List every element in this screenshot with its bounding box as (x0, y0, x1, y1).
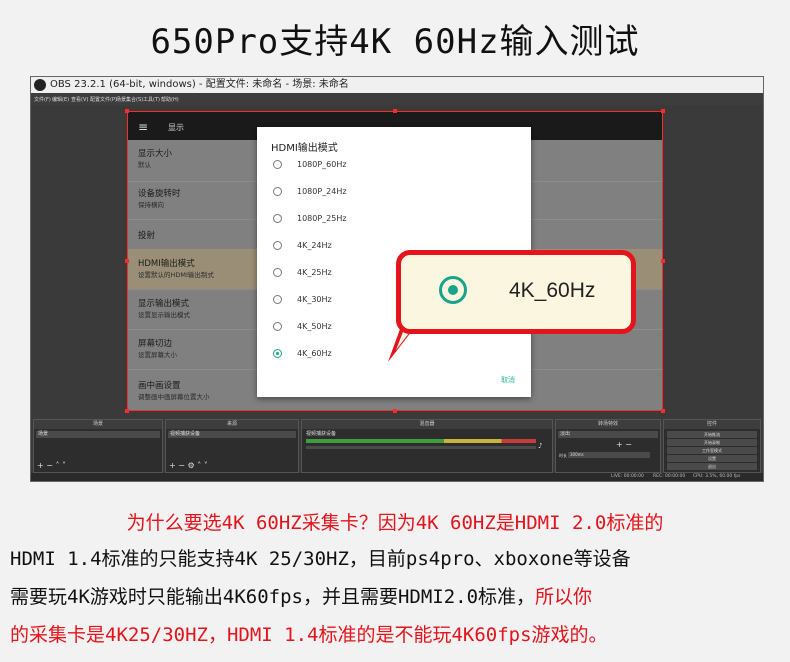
sources-dock: 来源 视频捕获设备 + − ⚙ ˄ ˅ (165, 419, 299, 473)
resize-handle[interactable] (393, 409, 397, 413)
volume-meter (306, 439, 536, 443)
resize-handle[interactable] (661, 259, 665, 263)
radio-selected-icon (439, 276, 467, 304)
callout-label: 4K_60Hz (509, 279, 596, 302)
option-1080p-24hz[interactable]: 1080P_24Hz (273, 186, 473, 200)
scene-list-item[interactable]: 场景 (36, 431, 160, 438)
menu-item-scene-collection[interactable]: 场景集合(S) (116, 96, 143, 103)
radio-button[interactable] (273, 241, 282, 250)
audio-mixer-dock: 混音器 视频捕获设备 ♪ (301, 419, 553, 473)
menu-bar: 文件(F) 编辑(E) 查看(V) 配置文件(P) 场景集合(S) 工具(T) … (31, 93, 763, 105)
obs-logo-icon (34, 79, 46, 91)
option-label: 4K_60Hz (297, 349, 332, 358)
transitions-dock: 转场特效 淡出 + − 时长 300ms (555, 419, 661, 473)
rec-time: REC: 00:00:00 (653, 474, 686, 479)
start-recording-button[interactable]: 开始录制 (667, 439, 757, 446)
scenes-dock: 场景 场景 + − ˄ ˅ (33, 419, 163, 473)
transition-controls[interactable]: + − (616, 440, 632, 449)
page-title: 650Pro支持4K 60Hz输入测试 (150, 22, 640, 62)
menu-item-tools[interactable]: 工具(T) (143, 96, 160, 103)
option-label: 4K_50Hz (297, 322, 332, 331)
radio-button[interactable] (273, 295, 282, 304)
radio-button[interactable] (273, 160, 282, 169)
option-label: 1080P_25Hz (297, 214, 347, 223)
resize-handle[interactable] (661, 109, 665, 113)
dock-header: 场景 (34, 420, 162, 429)
callout-bubble: 4K_60Hz (396, 250, 636, 334)
studio-mode-button[interactable]: 工作室模式 (667, 447, 757, 454)
transition-select[interactable]: 淡出 (558, 431, 658, 438)
dock-header: 混音器 (302, 420, 552, 429)
dialog-title: HDMI输出模式 (271, 143, 338, 154)
live-time: LIVE: 00:00:00 (611, 474, 644, 479)
option-1080p-60hz[interactable]: 1080P_60Hz (273, 159, 473, 173)
dock-header: 来源 (166, 420, 298, 429)
window-title: OBS 23.2.1 (64-bit, windows) - 配置文件: 未命名… (50, 79, 349, 90)
option-label: 1080P_24Hz (297, 187, 347, 196)
menu-item-help[interactable]: 帮助(H) (161, 96, 179, 103)
paragraph-line-3-black: 需要玩4K游戏时只能输出4K60fps，并且需要HDMI2.0标准， (10, 586, 536, 608)
resize-handle[interactable] (393, 109, 397, 113)
duration-input[interactable]: 300ms (568, 452, 650, 458)
paragraph-line-2: HDMI 1.4标准的只能支持4K 25/30HZ，目前ps4pro、xboxo… (10, 548, 631, 570)
dock-header: 转场特效 (556, 420, 660, 429)
menu-item-view[interactable]: 查看(V) (71, 96, 88, 103)
resize-handle[interactable] (125, 109, 129, 113)
settings-button[interactable]: 设置 (667, 455, 757, 462)
paragraph-line-1: 为什么要选4K 60HZ采集卡？因为4K 60HZ是HDMI 2.0标准的 (126, 512, 664, 534)
resize-handle[interactable] (125, 409, 129, 413)
mixer-channel-label: 视频捕获设备 (306, 431, 337, 437)
start-streaming-button[interactable]: 开始推流 (667, 431, 757, 438)
window-titlebar: OBS 23.2.1 (64-bit, windows) - 配置文件: 未命名… (31, 77, 763, 93)
option-label: 4K_25Hz (297, 268, 332, 277)
controls-dock: 控件 开始推流 开始录制 工作室模式 设置 退出 (663, 419, 761, 473)
radio-button-selected[interactable] (273, 349, 282, 358)
option-label: 1080P_60Hz (297, 160, 347, 169)
option-label: 4K_24Hz (297, 241, 332, 250)
scene-controls[interactable]: + − ˄ ˅ (37, 461, 66, 470)
menu-item-profile[interactable]: 配置文件(P) (90, 96, 117, 103)
speaker-icon[interactable]: ♪ (538, 442, 546, 450)
menu-item-file[interactable]: 文件(F) (34, 96, 51, 103)
radio-button[interactable] (273, 187, 282, 196)
source-controls[interactable]: + − ⚙ ˄ ˅ (169, 461, 208, 470)
duration-label: 时长 (559, 453, 567, 458)
option-4k-60hz[interactable]: 4K_60Hz (273, 348, 473, 362)
cancel-button[interactable]: 取消 (501, 375, 515, 385)
resize-handle[interactable] (661, 409, 665, 413)
status-bar: LIVE: 00:00:00 REC: 00:00:00 CPU: 3.5%, … (31, 473, 763, 481)
resize-handle[interactable] (125, 259, 129, 263)
exit-button[interactable]: 退出 (667, 463, 757, 470)
paragraph-line-3-red: 所以你 (535, 586, 593, 608)
paragraph-line-3: 需要玩4K游戏时只能输出4K60fps，并且需要HDMI2.0标准，所以你 (10, 582, 790, 609)
option-label: 4K_30Hz (297, 295, 332, 304)
cpu-usage: CPU: 3.5%, 60.00 fps (693, 474, 741, 479)
dock-header: 控件 (664, 420, 760, 429)
option-1080p-25hz[interactable]: 1080P_25Hz (273, 213, 473, 227)
source-list-item[interactable]: 视频捕获设备 (168, 431, 296, 438)
radio-button[interactable] (273, 322, 282, 331)
menu-item-edit[interactable]: 编辑(E) (52, 96, 69, 103)
paragraph-line-4: 的采集卡是4K25/30HZ，HDMI 1.4标准的是不能玩4K60fps游戏的… (10, 624, 608, 646)
radio-button[interactable] (273, 268, 282, 277)
volume-slider[interactable] (306, 446, 536, 449)
radio-button[interactable] (273, 214, 282, 223)
